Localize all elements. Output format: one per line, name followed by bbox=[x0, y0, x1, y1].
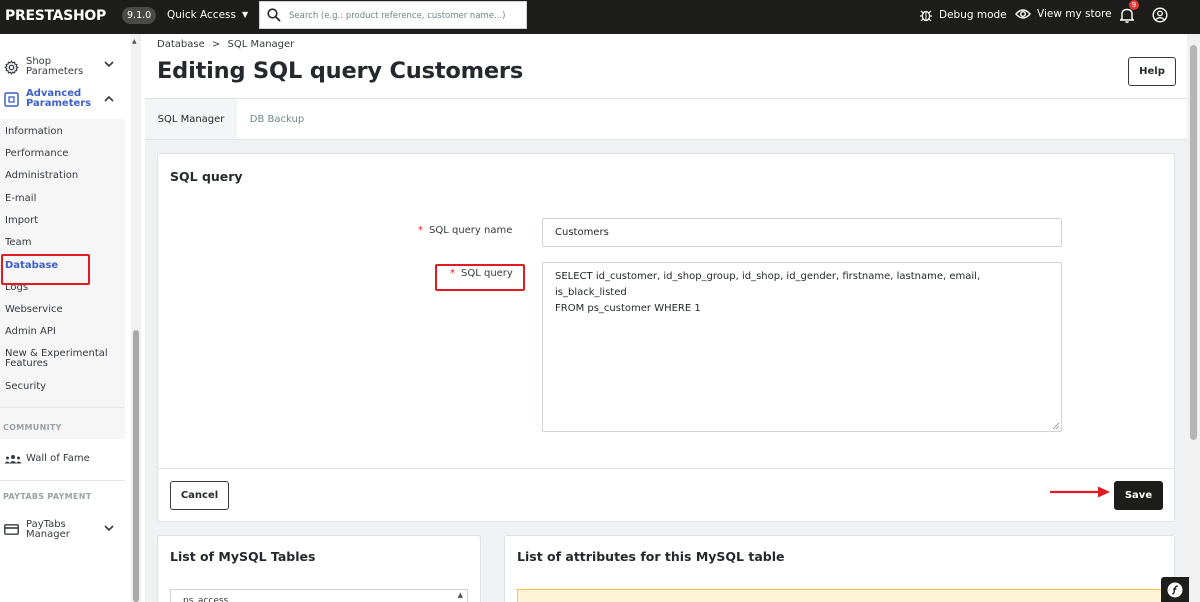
sidebar-section-community: COMMUNITY bbox=[3, 423, 62, 432]
table-option[interactable]: ps_access bbox=[183, 596, 228, 602]
breadcrumb-separator: > bbox=[211, 39, 221, 50]
credit-card-icon bbox=[4, 524, 19, 535]
tab-db-backup[interactable]: DB Backup bbox=[237, 99, 317, 139]
eye-icon bbox=[1015, 9, 1031, 19]
attributes-warning-alert bbox=[517, 589, 1174, 602]
quick-access-dropdown[interactable]: Quick Access ▼ bbox=[167, 9, 248, 21]
page-header: Database > SQL Manager Editing SQL query… bbox=[145, 34, 1187, 99]
sql-query-highlight-box bbox=[435, 264, 525, 291]
card-title: SQL query bbox=[170, 169, 243, 184]
sidebar-subitem-new-experimental-features[interactable]: New & Experimental Features bbox=[5, 349, 115, 369]
sql-query-name-text: SQL query name bbox=[429, 225, 513, 236]
save-button[interactable]: Save bbox=[1114, 481, 1163, 510]
main-scrollbar-thumb[interactable] bbox=[1190, 45, 1197, 440]
tab-sql-manager[interactable]: SQL Manager bbox=[145, 99, 237, 139]
sidebar-section-paytabs: PAYTABS PAYMENT bbox=[3, 492, 92, 501]
database-highlight-box bbox=[1, 254, 90, 285]
sidebar-item-label: Shop Parameters bbox=[26, 56, 84, 77]
sidebar-subitem-information[interactable]: Information bbox=[5, 126, 63, 137]
red-arrow-annotation bbox=[1050, 486, 1110, 498]
sidebar-subitem-security[interactable]: Security bbox=[5, 381, 46, 392]
prestashop-logo[interactable]: PRESTASHOP bbox=[5, 8, 106, 24]
card-title: List of attributes for this MySQL table bbox=[517, 549, 785, 564]
sidebar-item-paytabs-manager[interactable]: PayTabs Manager bbox=[0, 519, 125, 543]
top-bar: PRESTASHOP 9.1.0 Quick Access ▼ Debug mod… bbox=[0, 0, 1200, 34]
card-title: List of MySQL Tables bbox=[170, 549, 316, 564]
tab-bar: SQL Manager DB Backup bbox=[145, 99, 1187, 140]
sql-query-line: FROM ps_customer WHERE 1 bbox=[555, 303, 701, 314]
chevron-up-icon bbox=[104, 95, 114, 102]
mysql-tables-card: List of MySQL Tables ps_access ▲ bbox=[157, 535, 481, 602]
sidebar-divider bbox=[0, 407, 125, 408]
view-my-store-label: View my store bbox=[1037, 8, 1112, 20]
sidebar-scrollbar-thumb[interactable] bbox=[133, 330, 139, 602]
sidebar-subitem-admin-api[interactable]: Admin API bbox=[5, 326, 56, 337]
mysql-attributes-card: List of attributes for this MySQL table bbox=[504, 535, 1175, 602]
breadcrumb-current[interactable]: SQL Manager bbox=[227, 39, 294, 50]
scroll-up-arrow-icon[interactable]: ▲ bbox=[132, 38, 137, 45]
version-badge: 9.1.0 bbox=[122, 7, 157, 24]
sidebar-item-wall-of-fame[interactable]: Wall of Fame bbox=[0, 452, 125, 468]
bug-icon bbox=[920, 10, 932, 22]
advanced-settings-icon bbox=[4, 92, 19, 107]
sql-query-line: SELECT id_customer, id_shop_group, id_sh… bbox=[555, 271, 981, 298]
resize-handle-icon[interactable] bbox=[1052, 422, 1060, 430]
sidebar-item-label: Wall of Fame bbox=[26, 453, 90, 464]
sidebar-nav: Shop Parameters Advanced Parameters Info… bbox=[0, 34, 145, 602]
group-icon bbox=[4, 455, 22, 464]
view-my-store-link[interactable]: View my store bbox=[1015, 8, 1112, 20]
help-button[interactable]: Help bbox=[1128, 57, 1176, 86]
chevron-down-icon bbox=[104, 525, 114, 532]
search-input[interactable] bbox=[289, 8, 519, 24]
user-circle-icon bbox=[1152, 7, 1168, 23]
sidebar-item-shop-parameters[interactable]: Shop Parameters bbox=[0, 56, 125, 80]
search-box[interactable] bbox=[259, 1, 527, 29]
page-title: Editing SQL query Customers bbox=[157, 58, 524, 84]
gear-icon bbox=[4, 60, 19, 75]
sidebar-item-label: Advanced Parameters bbox=[26, 88, 92, 109]
symfony-icon bbox=[1167, 582, 1183, 597]
cancel-button[interactable]: Cancel bbox=[170, 481, 229, 510]
sql-query-name-label: * SQL query name bbox=[418, 225, 512, 236]
sidebar-subitem-performance[interactable]: Performance bbox=[5, 148, 68, 159]
sidebar-item-label: PayTabs Manager bbox=[26, 519, 70, 540]
required-marker: * bbox=[418, 225, 423, 236]
symfony-toolbar-toggle[interactable] bbox=[1161, 577, 1189, 602]
debug-mode-link[interactable]: Debug mode bbox=[919, 8, 1007, 22]
debug-mode-label: Debug mode bbox=[939, 9, 1007, 21]
card-footer-divider bbox=[158, 468, 1174, 469]
sidebar-divider bbox=[0, 480, 125, 481]
search-icon bbox=[267, 8, 281, 22]
breadcrumb-parent[interactable]: Database bbox=[157, 39, 205, 50]
scroll-up-arrow-icon[interactable]: ▲ bbox=[458, 591, 463, 599]
sidebar-subitem-email[interactable]: E-mail bbox=[5, 193, 36, 204]
sidebar-subitem-administration[interactable]: Administration bbox=[5, 170, 78, 181]
sql-query-card: SQL query * SQL query name Customers * SQL… bbox=[157, 153, 1175, 522]
sidebar-subitem-team[interactable]: Team bbox=[5, 237, 31, 248]
mysql-tables-list[interactable]: ps_access ▲ bbox=[170, 589, 468, 602]
sql-query-textarea[interactable]: SELECT id_customer, id_shop_group, id_sh… bbox=[542, 262, 1062, 432]
sql-query-name-input[interactable]: Customers bbox=[542, 218, 1062, 247]
breadcrumb: Database > SQL Manager bbox=[157, 39, 294, 50]
sidebar-subitem-webservice[interactable]: Webservice bbox=[5, 304, 63, 315]
chevron-down-icon bbox=[104, 61, 114, 68]
sidebar-subitem-import[interactable]: Import bbox=[5, 215, 38, 226]
caret-down-icon: ▼ bbox=[241, 10, 249, 19]
quick-access-label: Quick Access bbox=[167, 9, 236, 21]
account-button[interactable] bbox=[1152, 7, 1168, 26]
notification-count-badge: 9 bbox=[1129, 0, 1139, 10]
sidebar-item-advanced-parameters[interactable]: Advanced Parameters bbox=[0, 88, 125, 112]
